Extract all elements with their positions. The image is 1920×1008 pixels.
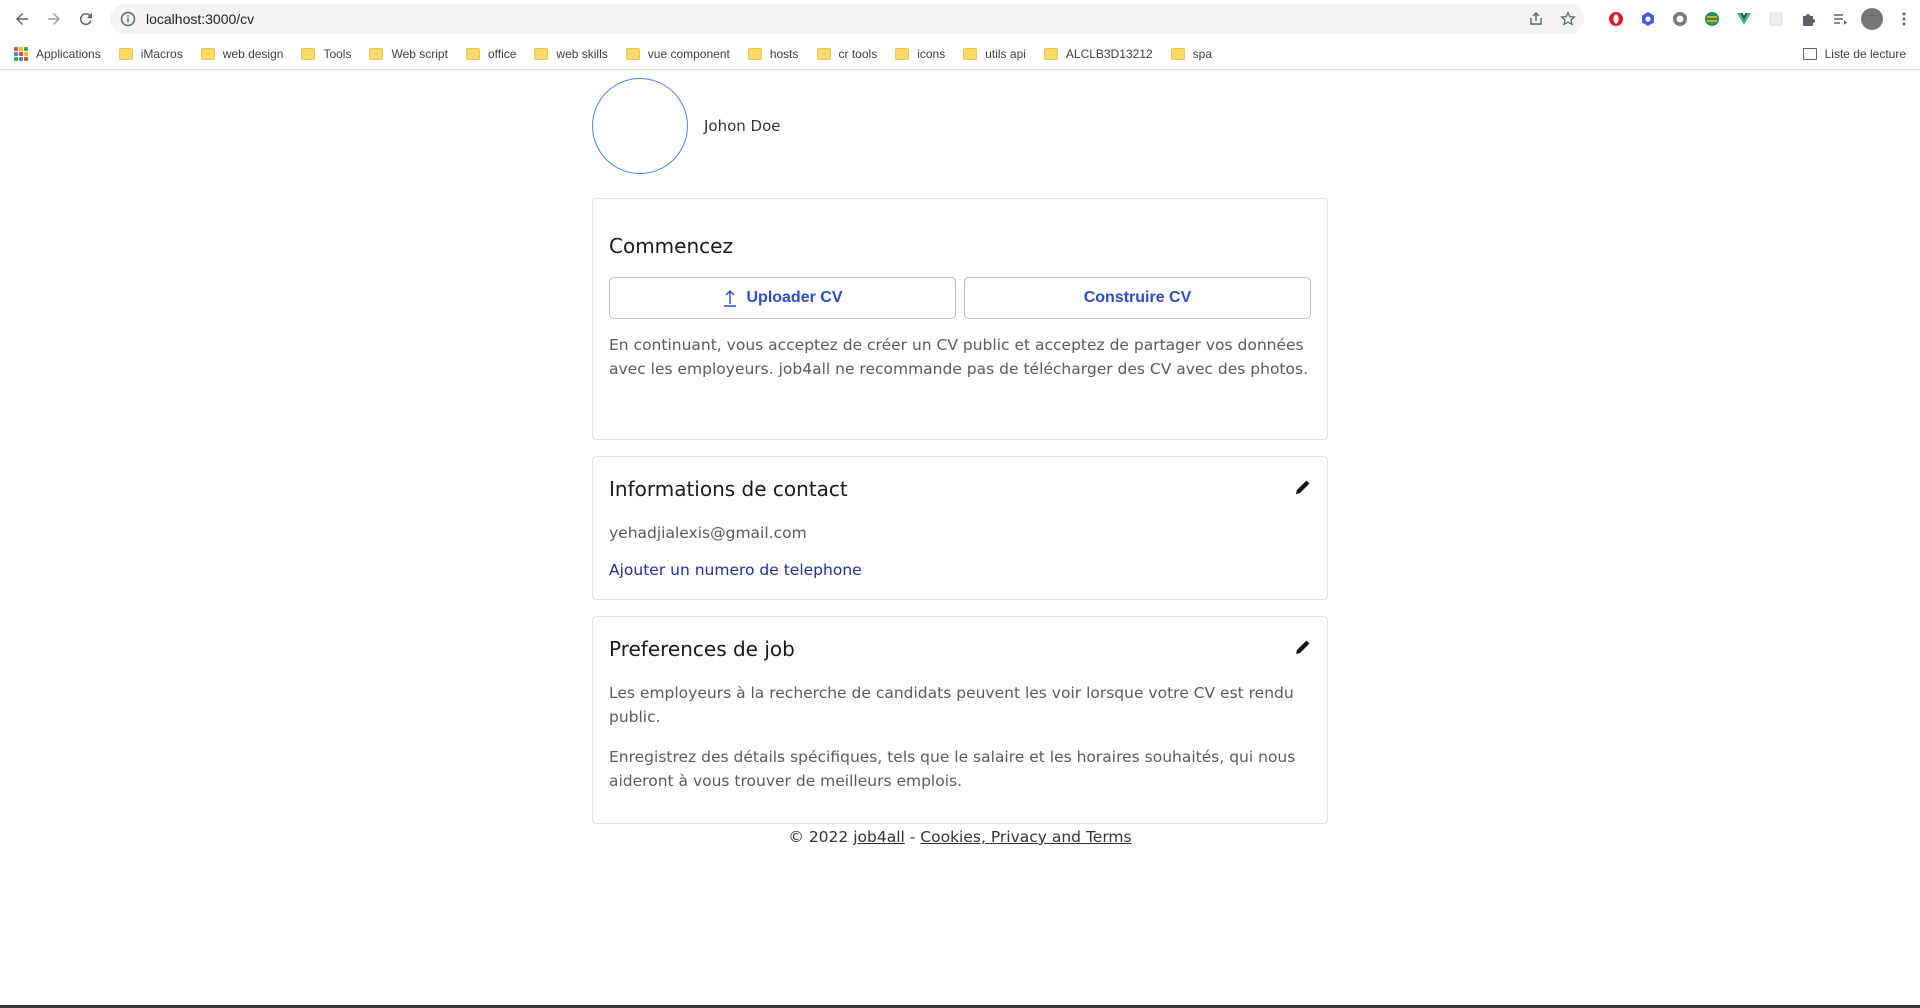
folder-icon [301,47,316,60]
bookmark-folder[interactable]: utils api [963,47,1026,61]
folder-icon [534,47,549,60]
bookmark-folder[interactable]: cr tools [816,47,877,61]
bookmark-folder[interactable]: vue component [625,47,730,61]
forward-button[interactable] [38,3,70,35]
back-button[interactable] [6,3,38,35]
start-title: Commencez [609,234,733,258]
blank-extension-icon[interactable] [1760,4,1792,34]
profile-name: Johon Doe [704,117,781,135]
vue-extension-icon[interactable] [1728,4,1760,34]
reload-icon [79,13,92,26]
menu-kebab-icon[interactable] [1888,4,1920,34]
prefs-details: Enregistrez des détails spécifiques, tel… [609,748,1296,790]
contact-card: Informations de contact yehadjialexis@gm… [592,456,1328,600]
bookmark-folder[interactable]: ALCLB3D13212 [1043,47,1153,61]
prefs-description: Les employeurs à la recherche de candida… [609,684,1294,726]
contact-email: yehadjialexis@gmail.com [609,524,807,542]
info-icon [120,11,136,27]
arrow-right-icon [48,13,60,25]
opera-extension-icon[interactable] [1600,4,1632,34]
upload-cv-button[interactable]: Uploader CV [609,277,956,319]
bookmark-folder[interactable]: icons [895,47,945,61]
reload-button[interactable] [70,3,102,35]
url-text: localhost:3000/cv [146,11,255,27]
footer-terms-link[interactable]: Cookies, Privacy and Terms [920,828,1131,846]
folder-icon [625,47,640,60]
start-notice: En continuant, vous acceptez de créer un… [609,336,1308,378]
reading-list-button[interactable]: Liste de lecture [1802,38,1906,70]
folder-icon [118,47,133,60]
avatar[interactable] [592,78,688,174]
folder-icon [895,47,910,60]
add-phone-link[interactable]: Ajouter un numero de telephone [609,561,862,579]
page-footer: © 2022 job4all - Cookies, Privacy and Te… [0,828,1920,846]
footer-copyright: © 2022 [788,828,849,846]
pencil-icon[interactable] [1293,637,1313,657]
bookmark-star-icon[interactable] [1552,11,1584,27]
bookmark-folder[interactable]: web design [200,47,283,61]
bookmark-folder[interactable]: Tools [301,47,351,61]
folder-icon [200,47,215,60]
browser-toolbar: localhost:3000/cv [0,0,1920,38]
puzzle-extensions-icon[interactable] [1792,4,1824,34]
upload-icon [724,290,737,307]
build-cv-button[interactable]: Construire CV [964,277,1311,319]
folder-icon [747,47,762,60]
footer-brand-link[interactable]: job4all [853,828,905,846]
github-extension-icon[interactable] [1664,4,1696,34]
apps-grid-icon [14,46,28,61]
bookmark-folder[interactable]: hosts [747,47,799,61]
folder-icon [369,47,384,60]
bookmark-folder[interactable]: web skills [534,47,608,61]
bookmark-folder[interactable]: Web script [369,47,448,61]
bookmark-folder[interactable]: office [465,47,516,61]
contact-title: Informations de contact [609,477,848,501]
reading-list-icon [1802,48,1817,60]
bookmark-folder[interactable]: spa [1170,47,1212,61]
bookmarks-bar: Applications iMacros web design Tools We… [0,38,1920,70]
folder-icon [465,47,480,60]
hex-extension-icon[interactable] [1632,4,1664,34]
media-queue-icon[interactable] [1824,4,1856,34]
job-preferences-card: Preferences de job Les employeurs à la r… [592,616,1328,824]
start-actions: Uploader CV Construire CV [609,277,1311,319]
folder-icon [963,47,978,60]
pencil-icon[interactable] [1293,477,1313,497]
bookmark-applications[interactable]: Applications [14,46,101,61]
globe-extension-icon[interactable] [1696,4,1728,34]
address-bar[interactable]: localhost:3000/cv [110,4,1584,34]
start-card: Commencez Uploader CV Construire CV En c… [592,198,1328,440]
profile-header: Johon Doe [592,78,781,174]
extensions-area [1600,4,1920,34]
profile-avatar-icon[interactable] [1856,4,1888,34]
arrow-left-icon [16,13,28,25]
footer-separator: - [909,828,916,846]
bookmark-folder[interactable]: iMacros [118,47,183,61]
folder-icon [1170,47,1185,60]
folder-icon [816,47,831,60]
prefs-title: Preferences de job [609,637,795,661]
folder-icon [1043,47,1058,60]
share-icon[interactable] [1520,11,1552,27]
